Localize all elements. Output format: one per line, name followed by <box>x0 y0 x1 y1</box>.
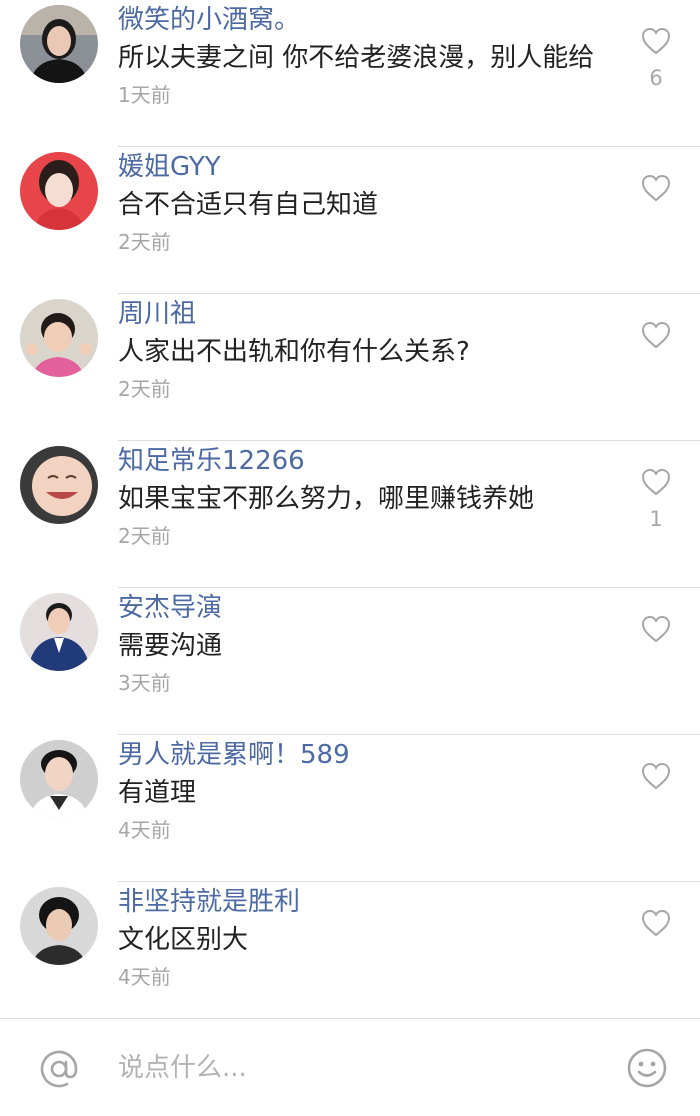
heart-outline-icon <box>641 615 671 643</box>
comment-input[interactable] <box>118 1041 588 1095</box>
comment-username[interactable]: 男人就是累啊！589 <box>118 735 618 773</box>
comment-item: 知足常乐12266 如果宝宝不那么努力，哪里赚钱养她 2天前 1 <box>0 441 700 588</box>
comment-text: 人家出不出轨和你有什么关系? <box>118 337 470 367</box>
avatar[interactable] <box>20 446 98 524</box>
comment-item: 媛姐GYY 合不合适只有自己知道 2天前 <box>0 147 700 294</box>
avatar[interactable] <box>20 5 98 83</box>
comment-list[interactable]: 微笑的小酒窝。 所以夫妻之间 你不给老婆浪漫，别人能给 1天前 6 媛姐GYY … <box>0 0 700 1020</box>
comment-time: 2天前 <box>118 524 171 548</box>
heart-outline-icon <box>641 174 671 202</box>
avatar[interactable] <box>20 593 98 671</box>
comment-username[interactable]: 知足常乐12266 <box>118 441 618 479</box>
comment-time: 1天前 <box>118 83 171 107</box>
like-count: 6 <box>649 66 663 90</box>
like-button[interactable] <box>640 761 672 801</box>
like-button[interactable] <box>640 614 672 654</box>
comment-time: 2天前 <box>118 377 171 401</box>
comment-username[interactable]: 媛姐GYY <box>118 147 618 185</box>
comment-username[interactable]: 周川祖 <box>118 294 618 332</box>
comment-input-bar <box>0 1018 700 1116</box>
heart-outline-icon <box>641 909 671 937</box>
comment-text: 文化区别大 <box>118 925 249 955</box>
like-button[interactable]: 6 <box>640 26 672 90</box>
heart-outline-icon <box>641 762 671 790</box>
comment-item: 非坚持就是胜利 文化区别大 4天前 <box>0 882 700 1020</box>
comment-username[interactable]: 非坚持就是胜利 <box>118 882 618 920</box>
comment-username[interactable]: 安杰导演 <box>118 588 618 626</box>
comment-text: 合不合适只有自己知道 <box>118 190 379 220</box>
comments-screen: 微笑的小酒窝。 所以夫妻之间 你不给老婆浪漫，别人能给 1天前 6 媛姐GYY … <box>0 0 700 1116</box>
avatar[interactable] <box>20 740 98 818</box>
comment-text: 需要沟通 <box>118 631 223 661</box>
comment-text: 所以夫妻之间 你不给老婆浪漫，别人能给 <box>118 43 595 73</box>
like-button[interactable] <box>640 908 672 948</box>
avatar[interactable] <box>20 152 98 230</box>
like-button[interactable] <box>640 173 672 213</box>
heart-outline-icon <box>641 27 671 55</box>
comment-text: 如果宝宝不那么努力，哪里赚钱养她 <box>118 484 535 514</box>
like-button[interactable] <box>640 320 672 360</box>
emoji-icon[interactable] <box>626 1047 668 1089</box>
avatar[interactable] <box>20 887 98 965</box>
comment-time: 2天前 <box>118 230 171 254</box>
comment-username[interactable]: 微笑的小酒窝。 <box>118 0 618 38</box>
comment-item: 周川祖 人家出不出轨和你有什么关系? 2天前 <box>0 294 700 441</box>
avatar[interactable] <box>20 299 98 377</box>
like-button[interactable]: 1 <box>640 467 672 531</box>
heart-outline-icon <box>641 321 671 349</box>
comment-time: 3天前 <box>118 671 171 695</box>
comment-time: 4天前 <box>118 965 171 989</box>
comment-item: 男人就是累啊！589 有道理 4天前 <box>0 735 700 882</box>
comment-item: 微笑的小酒窝。 所以夫妻之间 你不给老婆浪漫，别人能给 1天前 6 <box>0 0 700 147</box>
comment-time: 4天前 <box>118 818 171 842</box>
heart-outline-icon <box>641 468 671 496</box>
at-icon[interactable] <box>37 1047 81 1091</box>
comment-item: 安杰导演 需要沟通 3天前 <box>0 588 700 735</box>
comment-text: 有道理 <box>118 778 197 808</box>
like-count: 1 <box>649 507 663 531</box>
